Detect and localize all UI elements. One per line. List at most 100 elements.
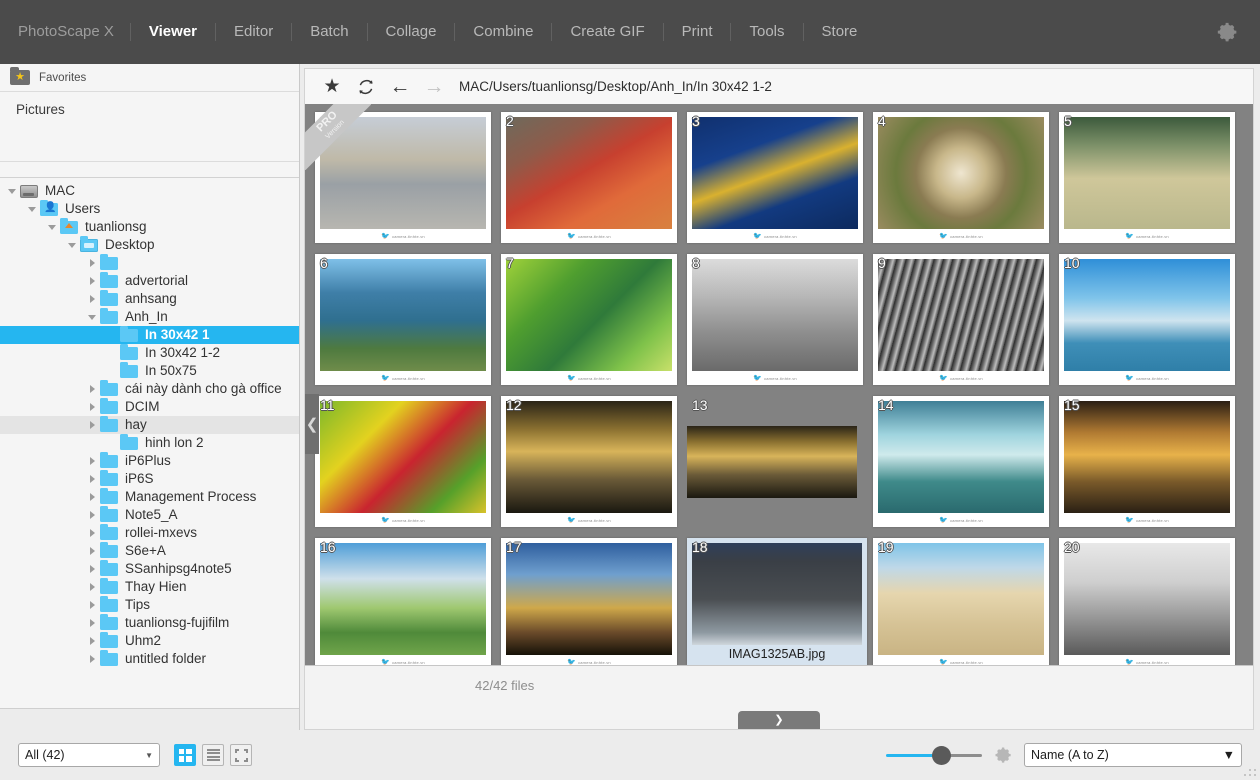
thumbnail-frame[interactable]: 🐦 camera.tinhte.vn — [501, 254, 677, 385]
tree-item-mac[interactable]: MAC — [0, 182, 299, 200]
chevron-right-icon[interactable] — [86, 508, 100, 522]
tree-item-hinh-lon-2[interactable]: hinh lon 2 — [0, 433, 299, 452]
chevron-right-icon[interactable] — [86, 454, 100, 468]
menu-tab-batch[interactable]: Batch — [292, 22, 366, 42]
tree-item-note5-a[interactable]: Note5_A — [0, 505, 299, 524]
thumbnail-frame[interactable]: 🐦 camera.tinhte.vn — [873, 254, 1049, 385]
thumbnail-frame[interactable]: 🐦 camera.tinhte.vn — [873, 112, 1049, 243]
thumbnail-cell[interactable]: 11 🐦 camera.tinhte.vn — [315, 396, 499, 536]
path-breadcrumb[interactable]: MAC/Users/tuanlionsg/Desktop/Anh_In/In 3… — [459, 79, 772, 94]
thumbnail-frame[interactable]: 🐦 camera.tinhte.vn — [873, 538, 1049, 669]
menu-tab-print[interactable]: Print — [664, 22, 731, 42]
thumbnail-cell[interactable]: 16 🐦 camera.tinhte.vn — [315, 538, 499, 678]
tree-item-in-30x42-1[interactable]: In 30x42 1 — [0, 325, 299, 344]
chevron-right-icon[interactable] — [86, 256, 100, 270]
chevron-right-icon[interactable] — [86, 580, 100, 594]
chevron-right-icon[interactable] — [86, 598, 100, 612]
tree-item-in-30x42-1-2[interactable]: In 30x42 1-2 — [0, 343, 299, 362]
chevron-right-icon[interactable] — [86, 490, 100, 504]
thumbnail-frame[interactable]: 🐦 camera.tinhte.vn — [315, 112, 491, 243]
tree-item-thay-hien[interactable]: Thay Hien — [0, 577, 299, 596]
tree-item-advertorial[interactable]: advertorial — [0, 271, 299, 290]
list-view-button[interactable] — [202, 744, 224, 766]
menu-tab-editor[interactable]: Editor — [216, 22, 291, 42]
chevron-down-icon[interactable] — [46, 220, 60, 234]
gear-icon[interactable] — [994, 746, 1012, 764]
collapse-bottom-handle[interactable]: ❯ — [738, 711, 820, 729]
favorites-item-pictures[interactable]: Pictures — [0, 100, 299, 119]
thumbnail-cell[interactable]: 5 🐦 camera.tinhte.vn — [1059, 112, 1243, 252]
chevron-right-icon[interactable] — [86, 562, 100, 576]
tree-item-anh-in[interactable]: Anh_In — [0, 307, 299, 326]
thumbnail-frameless[interactable] — [687, 426, 857, 498]
thumbnail-cell[interactable]: 4 🐦 camera.tinhte.vn — [873, 112, 1057, 252]
thumbnail-size-slider[interactable] — [886, 746, 982, 765]
chevron-right-icon[interactable] — [86, 526, 100, 540]
chevron-right-icon[interactable] — [86, 616, 100, 630]
thumbnail-frame[interactable]: 🐦 camera.tinhte.vn — [1059, 112, 1235, 243]
chevron-right-icon[interactable] — [86, 652, 100, 666]
chevron-down-icon[interactable] — [6, 184, 20, 198]
thumbnail-cell[interactable]: 8 🐦 camera.tinhte.vn — [687, 254, 871, 394]
menu-tab-store[interactable]: Store — [804, 22, 876, 42]
thumbnail-cell[interactable]: 1 🐦 camera.tinhte.vn — [315, 112, 499, 252]
refresh-button[interactable] — [349, 73, 383, 101]
thumbnail-cell[interactable]: 18 IMAG1325AB.jpg — [687, 538, 871, 678]
thumbnail-cell[interactable]: 3 🐦 camera.tinhte.vn — [687, 112, 871, 252]
tree-item-ssanhipsg4note5[interactable]: SSanhipsg4note5 — [0, 559, 299, 578]
tree-item-in-50x75[interactable]: In 50x75 — [0, 361, 299, 380]
thumbnail-frame[interactable]: 🐦 camera.tinhte.vn — [315, 254, 491, 385]
favorites-header[interactable]: ★ Favorites — [0, 64, 299, 92]
tree-item-ip6plus[interactable]: iP6Plus — [0, 451, 299, 470]
thumbnail-frame[interactable]: 🐦 camera.tinhte.vn — [1059, 254, 1235, 385]
thumbnail-frame[interactable]: 🐦 camera.tinhte.vn — [501, 538, 677, 669]
tree-item-hay[interactable]: hay — [0, 415, 299, 434]
thumbnail-cell[interactable]: 7 🐦 camera.tinhte.vn — [501, 254, 685, 394]
tree-item-rollei-mxevs[interactable]: rollei-mxevs — [0, 523, 299, 542]
thumbnail-cell[interactable]: 6 🐦 camera.tinhte.vn — [315, 254, 499, 394]
tree-item-untitled-folder[interactable]: untitled folder — [0, 649, 299, 668]
tree-item-s6e-a[interactable]: S6e+A — [0, 541, 299, 560]
thumbnail-frame[interactable]: 🐦 camera.tinhte.vn — [315, 396, 491, 527]
fullscreen-view-button[interactable] — [230, 744, 252, 766]
sort-select[interactable]: Name (A to Z) ▼ — [1024, 743, 1242, 767]
chevron-right-icon[interactable] — [86, 418, 100, 432]
thumbnail-frame[interactable]: 🐦 camera.tinhte.vn — [1059, 396, 1235, 527]
forward-button[interactable]: → — [417, 73, 451, 101]
tree-item-tuanlionsg[interactable]: tuanlionsg — [0, 217, 299, 236]
chevron-right-icon[interactable] — [86, 274, 100, 288]
tree-item-users[interactable]: Users — [0, 199, 299, 218]
window-resize-grip[interactable] — [1242, 766, 1256, 776]
chevron-right-icon[interactable] — [86, 292, 100, 306]
thumbnail-frame[interactable]: 🐦 camera.tinhte.vn — [1059, 538, 1235, 669]
thumbnail-cell[interactable]: 17 🐦 camera.tinhte.vn — [501, 538, 685, 678]
chevron-right-icon[interactable] — [86, 472, 100, 486]
grid-view-button[interactable] — [174, 744, 196, 766]
tree-item-dcim[interactable]: DCIM — [0, 397, 299, 416]
thumbnail-frame[interactable]: 🐦 camera.tinhte.vn — [501, 112, 677, 243]
thumbnail-frame[interactable]: 🐦 camera.tinhte.vn — [501, 396, 677, 527]
thumbnail-cell[interactable]: 13 — [687, 396, 871, 536]
back-button[interactable]: ← — [383, 73, 417, 101]
thumbnail-cell[interactable]: 14 🐦 camera.tinhte.vn — [873, 396, 1057, 536]
thumbnail-frame[interactable]: 🐦 camera.tinhte.vn — [315, 538, 491, 669]
menu-tab-combine[interactable]: Combine — [455, 22, 551, 42]
menu-tab-collage[interactable]: Collage — [368, 22, 455, 42]
thumbnail-frame-selected[interactable]: IMAG1325AB.jpg — [687, 538, 867, 665]
tree-item-desktop[interactable]: Desktop — [0, 235, 299, 254]
tree-item-management-process[interactable]: Management Process — [0, 487, 299, 506]
tree-item-tuanlionsg-fujifilm[interactable]: tuanlionsg-fujifilm — [0, 613, 299, 632]
chevron-down-icon[interactable] — [86, 310, 100, 324]
filter-select[interactable]: All (42) ▼ — [18, 743, 160, 767]
thumbnail-cell[interactable]: 9 🐦 camera.tinhte.vn — [873, 254, 1057, 394]
thumbnail-cell[interactable]: 10 🐦 camera.tinhte.vn — [1059, 254, 1243, 394]
folder-tree[interactable]: MAC Users tuanlionsg Desktop advertorial anhs… — [0, 178, 299, 708]
thumbnail-frame[interactable]: 🐦 camera.tinhte.vn — [687, 112, 863, 243]
menu-tab-viewer[interactable]: Viewer — [131, 22, 215, 42]
thumbnail-cell[interactable]: 2 🐦 camera.tinhte.vn — [501, 112, 685, 252]
tree-item-anhsang[interactable]: anhsang — [0, 289, 299, 308]
favorite-button[interactable]: ★ — [315, 73, 349, 101]
thumbnail-cell[interactable]: 20 🐦 camera.tinhte.vn — [1059, 538, 1243, 678]
thumbnail-frame[interactable]: 🐦 camera.tinhte.vn — [873, 396, 1049, 527]
tree-item-tips[interactable]: Tips — [0, 595, 299, 614]
